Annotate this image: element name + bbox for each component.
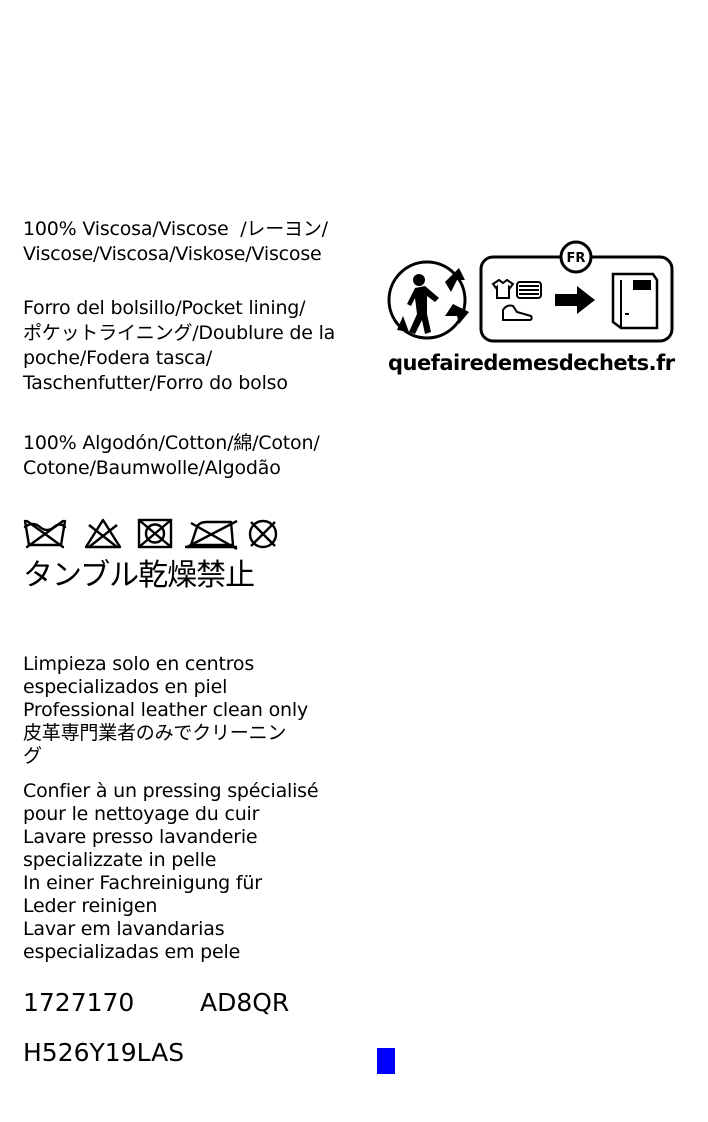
product-codes: 1727170 AD8QR <box>23 988 323 1020</box>
tumble-dry-note: タンブル乾燥禁止 <box>23 558 255 593</box>
care-instructions-2: Confier à un pressing spécialisé pour le… <box>23 780 319 963</box>
lot-code: AD8QR <box>200 988 290 1017</box>
triman-recycling-block: FR quefairedemesdechets.fr <box>385 240 677 376</box>
do-not-bleach-icon <box>84 518 122 549</box>
do-not-wash-icon <box>23 519 67 549</box>
color-swatch <box>377 1048 395 1074</box>
care-symbols <box>23 518 278 551</box>
composition-main: 100% Viscosa/Viscose /レーヨン/ Viscose/Visc… <box>23 218 328 265</box>
triman-icon <box>387 260 469 340</box>
do-not-dry-clean-icon <box>248 519 278 549</box>
recycling-website: quefairedemesdechets.fr <box>388 351 675 375</box>
recycling-country: FR <box>567 251 586 266</box>
do-not-iron-icon <box>185 519 238 551</box>
do-not-tumble-dry-icon <box>137 518 173 549</box>
lining-composition: 100% Algodón/Cotton/綿/Coton/ Cotone/Baum… <box>23 432 320 479</box>
article-number: 1727170 <box>23 988 135 1017</box>
reference-code: H526Y19LAS <box>23 1038 185 1067</box>
care-instructions: Limpieza solo en centros especializados … <box>23 653 308 767</box>
lining-title: Forro del bolsillo/Pocket lining/ ポケットライ… <box>23 297 336 394</box>
